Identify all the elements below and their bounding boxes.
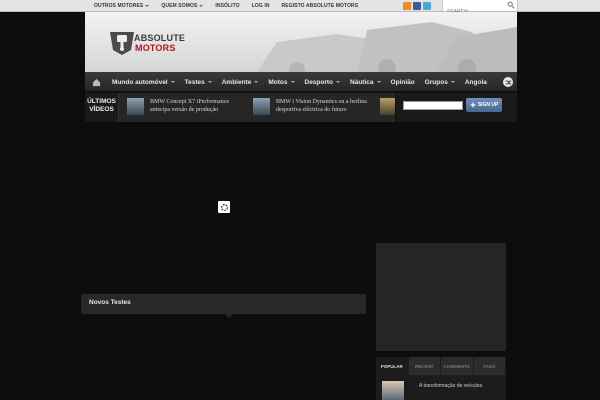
nav-item-grupos[interactable]: Grupos bbox=[420, 72, 460, 92]
latest-videos-strip: ÚLTIMOS VÍDEOS BMW Concept X7 iPerforman… bbox=[85, 93, 395, 122]
video-thumbnail[interactable] bbox=[380, 98, 395, 115]
search-icon[interactable] bbox=[507, 1, 515, 9]
main-nav-items: Mundo automóvel Testes Ambiente Motos De… bbox=[107, 72, 492, 92]
chevron-down-icon bbox=[254, 81, 259, 83]
logo-text-absolute: ABSOLUTE bbox=[134, 33, 186, 43]
facebook-icon[interactable] bbox=[413, 2, 421, 10]
home-icon bbox=[92, 78, 100, 86]
header-notch bbox=[225, 314, 233, 318]
nav-item-nautica[interactable]: Náutica bbox=[345, 72, 385, 92]
sign-up-button[interactable]: SIGN UP bbox=[466, 98, 502, 112]
tab-tags[interactable]: TAGS bbox=[473, 357, 506, 375]
nav-item-mundo-automovel[interactable]: Mundo automóvel bbox=[107, 72, 180, 92]
video-title[interactable]: BMW i Vision Dynamics ou a berlina despo… bbox=[276, 98, 376, 114]
chevron-down-icon bbox=[170, 81, 175, 83]
twitter-icon[interactable] bbox=[423, 2, 431, 10]
newsletter-email-input[interactable] bbox=[403, 101, 463, 110]
tab-comments[interactable]: COMMENTS bbox=[441, 357, 474, 375]
new-tests-header: Novos Testes bbox=[81, 294, 366, 318]
video-item[interactable] bbox=[380, 97, 395, 119]
site-logo[interactable]: ABSOLUTE MOTORS bbox=[107, 26, 197, 58]
chevron-down-icon bbox=[145, 5, 150, 7]
video-thumbnail[interactable] bbox=[127, 98, 144, 115]
latest-videos-label: ÚLTIMOS VÍDEOS bbox=[85, 93, 119, 122]
shuffle-icon bbox=[505, 80, 511, 84]
shuffle-button[interactable] bbox=[503, 77, 513, 87]
plus-icon bbox=[470, 102, 476, 108]
top-menu-outros-motores[interactable]: OUTROS MOTORES bbox=[88, 3, 155, 9]
section-title: Novos Testes bbox=[89, 299, 131, 306]
main-nav: Mundo automóvel Testes Ambiente Motos De… bbox=[85, 72, 517, 92]
video-item[interactable]: BMW i Vision Dynamics ou a berlina despo… bbox=[253, 97, 381, 119]
video-title[interactable]: BMW Concept X7 iPerformance antecipa ver… bbox=[150, 98, 250, 114]
tab-recent[interactable]: RECENT bbox=[408, 357, 441, 375]
post-thumbnail[interactable] bbox=[382, 381, 404, 400]
nav-item-ambiente[interactable]: Ambiente bbox=[217, 72, 264, 92]
tab-popular[interactable]: POPULAR bbox=[376, 357, 409, 375]
top-menu-registo[interactable]: REGISTO ABSOLUTE MOTORS bbox=[276, 3, 365, 9]
top-menu: OUTROS MOTORES QUEM SOMOS INSÓLITO LOG I… bbox=[88, 0, 364, 12]
rss-icon[interactable] bbox=[403, 2, 411, 10]
video-player-loading[interactable] bbox=[218, 201, 230, 213]
chevron-down-icon bbox=[199, 5, 204, 7]
nav-item-motos[interactable]: Motos bbox=[263, 72, 299, 92]
chevron-down-icon bbox=[336, 81, 341, 83]
search-box bbox=[442, 0, 518, 18]
chevron-down-icon bbox=[290, 81, 295, 83]
nav-item-angola[interactable]: Angola bbox=[460, 72, 492, 92]
piston-logo-icon bbox=[110, 32, 134, 55]
nav-item-opiniao[interactable]: Opinião bbox=[386, 72, 420, 92]
home-button[interactable] bbox=[85, 72, 107, 92]
nav-item-desporto[interactable]: Desporto bbox=[300, 72, 346, 92]
popular-post-title[interactable]: A transformação de veículos bbox=[419, 383, 482, 389]
cars-background-image bbox=[257, 22, 517, 72]
social-links bbox=[403, 2, 431, 10]
nav-item-testes[interactable]: Testes bbox=[180, 72, 217, 92]
top-utility-bar: OUTROS MOTORES QUEM SOMOS INSÓLITO LOG I… bbox=[0, 0, 600, 18]
loading-icon bbox=[220, 203, 228, 211]
sidebar-ad-box bbox=[376, 243, 506, 351]
chevron-down-icon bbox=[207, 81, 212, 83]
site-header: ABSOLUTE MOTORS bbox=[85, 12, 517, 72]
top-menu-quem-somos[interactable]: QUEM SOMOS bbox=[155, 3, 209, 9]
newsletter-signup: SIGN UP bbox=[396, 93, 517, 122]
sidebar-tabs: POPULAR RECENT COMMENTS TAGS bbox=[376, 357, 506, 375]
top-menu-insolito[interactable]: INSÓLITO bbox=[209, 3, 245, 9]
chevron-down-icon bbox=[450, 81, 455, 83]
chevron-down-icon bbox=[376, 81, 381, 83]
sidebar-tabs-widget: POPULAR RECENT COMMENTS TAGS A transform… bbox=[376, 357, 506, 400]
video-item[interactable]: BMW Concept X7 iPerformance antecipa ver… bbox=[127, 97, 247, 119]
video-thumbnail[interactable] bbox=[253, 98, 270, 115]
top-menu-log-in[interactable]: LOG IN bbox=[246, 3, 276, 9]
logo-text-motors: MOTORS bbox=[135, 43, 176, 53]
